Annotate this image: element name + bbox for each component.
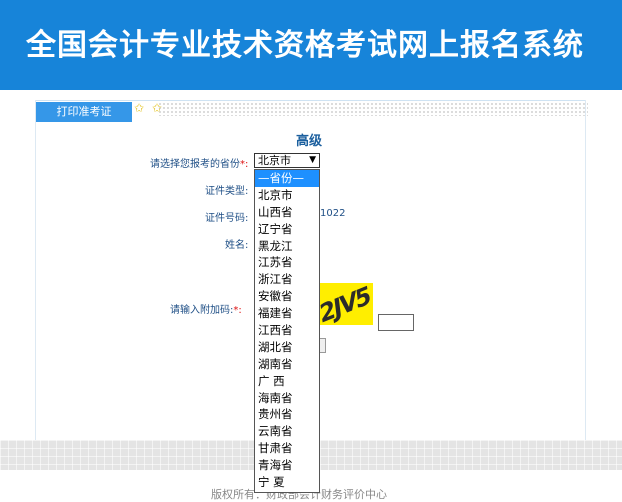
province-option[interactable]: 江苏省 xyxy=(255,254,319,271)
name-label: 姓名: xyxy=(225,240,249,251)
cert-number-value: 1022 xyxy=(320,208,346,219)
print-admission-ticket-tab[interactable]: 打印准考证 xyxy=(36,102,132,122)
captcha-label: 请输入附加码:*: xyxy=(170,301,242,316)
dotted-divider xyxy=(158,102,588,116)
cert-type-label: 证件类型: xyxy=(205,186,249,197)
province-label: 请选择您报考的省份*: xyxy=(150,155,248,170)
province-option[interactable]: 湖南省 xyxy=(255,356,319,373)
province-option[interactable]: 浙江省 xyxy=(255,271,319,288)
province-option[interactable]: 辽宁省 xyxy=(255,221,319,238)
province-option[interactable]: 湖北省 xyxy=(255,339,319,356)
province-option[interactable]: 贵州省 xyxy=(255,406,319,423)
province-option[interactable]: 安徽省 xyxy=(255,288,319,305)
site-title: 全国会计专业技术资格考试网上报名系统 xyxy=(26,28,584,63)
province-option[interactable]: 云南省 xyxy=(255,423,319,440)
province-option[interactable]: 山西省 xyxy=(255,204,319,221)
province-option[interactable]: —省份— xyxy=(255,170,319,187)
captcha-image: 2JV5 xyxy=(316,283,373,325)
header-banner: 全国会计专业技术资格考试网上报名系统 xyxy=(0,0,622,90)
captcha-input[interactable] xyxy=(378,314,414,331)
content-left-border xyxy=(35,100,36,440)
content-right-border xyxy=(585,100,586,440)
required-mark: *: xyxy=(240,159,249,170)
province-option[interactable]: 广 西 xyxy=(255,373,319,390)
province-label-text: 请选择您报考的省份 xyxy=(150,159,240,170)
province-option[interactable]: 福建省 xyxy=(255,305,319,322)
province-option[interactable]: 黑龙江 xyxy=(255,238,319,255)
province-select[interactable]: 北京市 ▼ xyxy=(254,153,320,168)
cert-number-label: 证件号码: xyxy=(205,213,249,224)
exam-level-title: 高级 xyxy=(296,134,323,149)
captcha-required-mark: *: xyxy=(233,305,242,316)
province-select-value: 北京市 xyxy=(258,154,291,167)
chevron-down-icon: ▼ xyxy=(309,155,316,165)
captcha-label-text: 请输入附加码: xyxy=(170,305,234,316)
province-option[interactable]: 北京市 xyxy=(255,187,319,204)
province-option[interactable]: 江西省 xyxy=(255,322,319,339)
province-option[interactable]: 甘肃省 xyxy=(255,440,319,457)
captcha-text: 2JV5 xyxy=(318,283,371,325)
province-dropdown-list[interactable]: —省份— 北京市 山西省 辽宁省 黑龙江 江苏省 浙江省 安徽省 福建省 江西省 湖北省 湖南省广 西… xyxy=(254,169,320,493)
province-option[interactable]: 宁 夏 xyxy=(255,474,319,491)
province-option[interactable]: 青海省 xyxy=(255,457,319,474)
content-top-border xyxy=(35,100,585,101)
province-option[interactable]: 海南省 xyxy=(255,390,319,407)
